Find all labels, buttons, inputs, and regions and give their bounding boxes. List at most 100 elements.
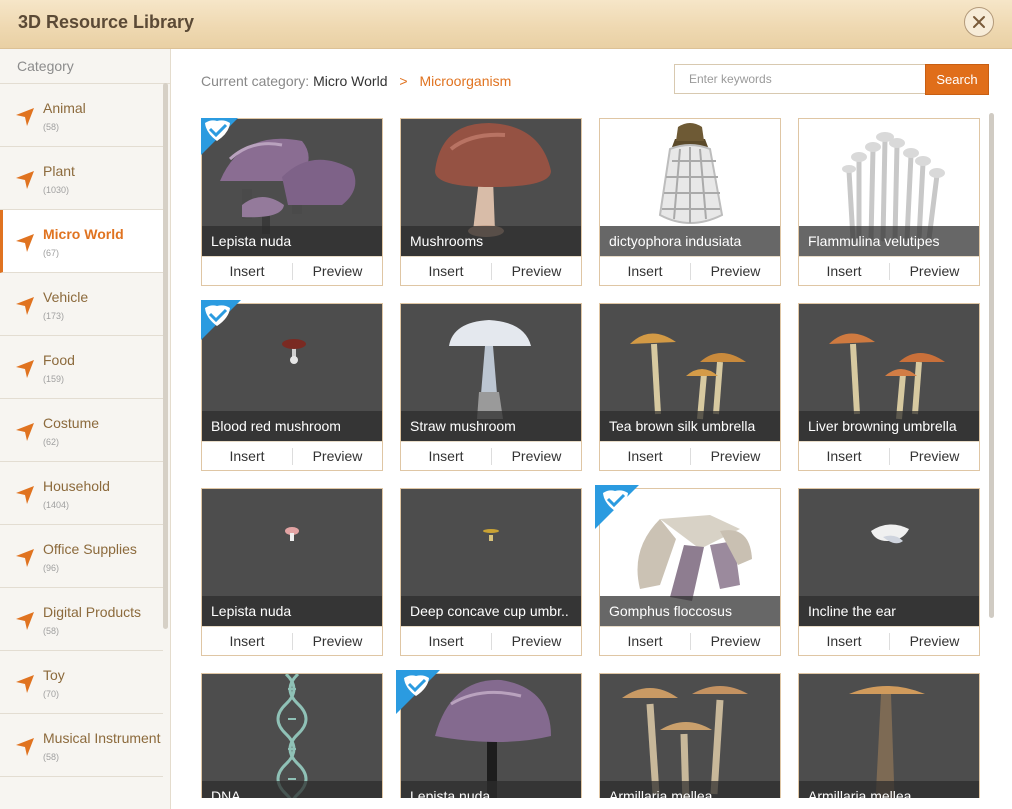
preview-button[interactable]: Preview — [890, 627, 979, 656]
insert-button[interactable]: Insert — [799, 442, 889, 471]
sidebar-item-plant[interactable]: Plant (1030) — [0, 147, 163, 210]
insert-button[interactable]: Insert — [600, 257, 690, 286]
resource-card[interactable]: Gomphus floccosus Insert Preview — [595, 485, 781, 656]
card-actions: Insert Preview — [799, 256, 979, 286]
resource-thumbnail[interactable]: Incline the ear — [799, 489, 979, 626]
sidebar-item-label: Vehicle — [43, 289, 89, 305]
sidebar-item-costume[interactable]: Costume (62) — [0, 399, 163, 462]
insert-button[interactable]: Insert — [401, 627, 491, 656]
sidebar-item-label: Toy — [43, 667, 65, 683]
sidebar-item-household[interactable]: Household (1404) — [0, 462, 163, 525]
resource-thumbnail[interactable]: dictyophora indusiata — [600, 119, 780, 256]
resource-card[interactable]: Flammulina velutipes Insert Preview — [798, 118, 980, 286]
sidebar-item-count: (173) — [43, 311, 65, 321]
resource-card[interactable]: Liver browning umbrella Insert Preview — [798, 303, 980, 471]
search-field[interactable] — [674, 64, 926, 94]
sidebar-item-label: Digital Products — [43, 604, 142, 620]
resource-card[interactable]: Straw mushroom Insert Preview — [400, 303, 582, 471]
sidebar-item-count: (67) — [43, 248, 60, 258]
preview-button[interactable]: Preview — [293, 257, 382, 286]
insert-button[interactable]: Insert — [401, 442, 491, 471]
search-button[interactable]: Search — [925, 64, 989, 95]
resource-card[interactable]: Deep concave cup umbr.. Insert Preview — [400, 488, 582, 656]
resource-card[interactable]: Lepista nuda Insert Preview — [396, 670, 582, 798]
cursor-arrow-icon — [16, 612, 34, 630]
resource-name: Tea brown silk umbrella — [600, 411, 780, 441]
preview-button[interactable]: Preview — [492, 257, 581, 286]
cursor-arrow-icon — [16, 486, 34, 504]
sidebar-item-vehicle[interactable]: Vehicle (173) — [0, 273, 163, 336]
card-actions: Insert Preview — [202, 626, 382, 656]
insert-button[interactable]: Insert — [202, 257, 292, 286]
resource-name: Blood red mushroom — [202, 411, 382, 441]
resource-thumbnail[interactable]: DNA — [202, 674, 382, 798]
cursor-arrow-icon — [16, 549, 34, 567]
resource-thumbnail[interactable]: Straw mushroom — [401, 304, 581, 441]
resource-thumbnail[interactable]: Mushrooms — [401, 119, 581, 256]
resource-thumbnail[interactable]: Armillaria mellea — [600, 674, 780, 798]
resource-card[interactable]: Mushrooms Insert Preview — [400, 118, 582, 286]
resource-card[interactable]: Blood red mushroom Insert Preview — [201, 300, 383, 471]
sidebar-item-label: Food — [43, 352, 75, 368]
preview-button[interactable]: Preview — [691, 257, 780, 286]
insert-button[interactable]: Insert — [600, 627, 690, 656]
cursor-arrow-icon — [16, 675, 34, 693]
preview-button[interactable]: Preview — [492, 442, 581, 471]
resource-thumbnail[interactable]: Tea brown silk umbrella — [600, 304, 780, 441]
sidebar-scrollbar[interactable] — [163, 83, 168, 629]
cursor-arrow-icon — [16, 738, 34, 756]
resource-card[interactable]: Tea brown silk umbrella Insert Preview — [599, 303, 781, 471]
insert-button[interactable]: Insert — [401, 257, 491, 286]
honey-mushroom-cluster-icon — [622, 686, 748, 798]
resource-thumbnail[interactable]: Lepista nuda — [202, 489, 382, 626]
sidebar-item-count: (58) — [43, 122, 60, 132]
resource-card[interactable]: Lepista nuda Insert Preview — [201, 118, 383, 286]
insert-button[interactable]: Insert — [799, 257, 889, 286]
resource-thumbnail[interactable]: Liver browning umbrella — [799, 304, 979, 441]
sidebar-item-count: (62) — [43, 437, 60, 447]
resource-card[interactable]: Armillaria mellea Insert Preview — [599, 673, 781, 798]
sidebar-item-label: Office Supplies — [43, 541, 137, 557]
insert-button[interactable]: Insert — [799, 627, 889, 656]
card-actions: Insert Preview — [401, 441, 581, 471]
grid-scrollbar[interactable] — [989, 113, 994, 618]
preview-button[interactable]: Preview — [890, 442, 979, 471]
preview-button[interactable]: Preview — [691, 627, 780, 656]
resource-thumbnail[interactable]: Armillaria mellea — [799, 674, 979, 798]
insert-button[interactable]: Insert — [202, 627, 292, 656]
verified-badge-icon — [201, 300, 241, 340]
sidebar-item-office-supplies[interactable]: Office Supplies (96) — [0, 525, 163, 588]
search-input[interactable] — [687, 65, 921, 93]
preview-button[interactable]: Preview — [293, 442, 382, 471]
sidebar-item-count: (70) — [43, 689, 60, 699]
insert-button[interactable]: Insert — [202, 442, 292, 471]
resource-name: Armillaria mellea — [799, 781, 979, 798]
preview-button[interactable]: Preview — [691, 442, 780, 471]
sidebar-item-micro-world[interactable]: Micro World (67) — [0, 210, 164, 273]
resource-thumbnail[interactable]: Deep concave cup umbr.. — [401, 489, 581, 626]
card-actions: Insert Preview — [202, 441, 382, 471]
preview-button[interactable]: Preview — [890, 257, 979, 286]
cursor-arrow-icon — [16, 171, 34, 189]
resource-card[interactable]: dictyophora indusiata Insert Preview — [599, 118, 781, 286]
card-actions: Insert Preview — [401, 256, 581, 286]
close-icon — [973, 16, 985, 28]
resource-card[interactable]: Incline the ear Insert Preview — [798, 488, 980, 656]
resource-card[interactable]: DNA Insert Preview — [201, 673, 383, 798]
sidebar-item-food[interactable]: Food (159) — [0, 336, 163, 399]
sidebar-item-digital-products[interactable]: Digital Products (58) — [0, 588, 163, 651]
preview-button[interactable]: Preview — [492, 627, 581, 656]
sidebar-item-label: Musical Instrument — [43, 730, 161, 746]
resource-thumbnail[interactable]: Flammulina velutipes — [799, 119, 979, 256]
sidebar-item-animal[interactable]: Animal (58) — [0, 84, 163, 147]
insert-button[interactable]: Insert — [600, 442, 690, 471]
resource-card[interactable]: Lepista nuda Insert Preview — [201, 488, 383, 656]
close-button[interactable] — [964, 7, 994, 37]
resource-card[interactable]: Armillaria mellea Insert Preview — [798, 673, 980, 798]
breadcrumb-microorganism[interactable]: Microorganism — [419, 73, 511, 89]
sidebar-item-count: (96) — [43, 563, 60, 573]
breadcrumb-micro-world[interactable]: Micro World — [313, 73, 387, 89]
preview-button[interactable]: Preview — [293, 627, 382, 656]
sidebar-item-toy[interactable]: Toy (70) — [0, 651, 163, 714]
sidebar-item-musical-instrument[interactable]: Musical Instrument (58) — [0, 714, 163, 777]
